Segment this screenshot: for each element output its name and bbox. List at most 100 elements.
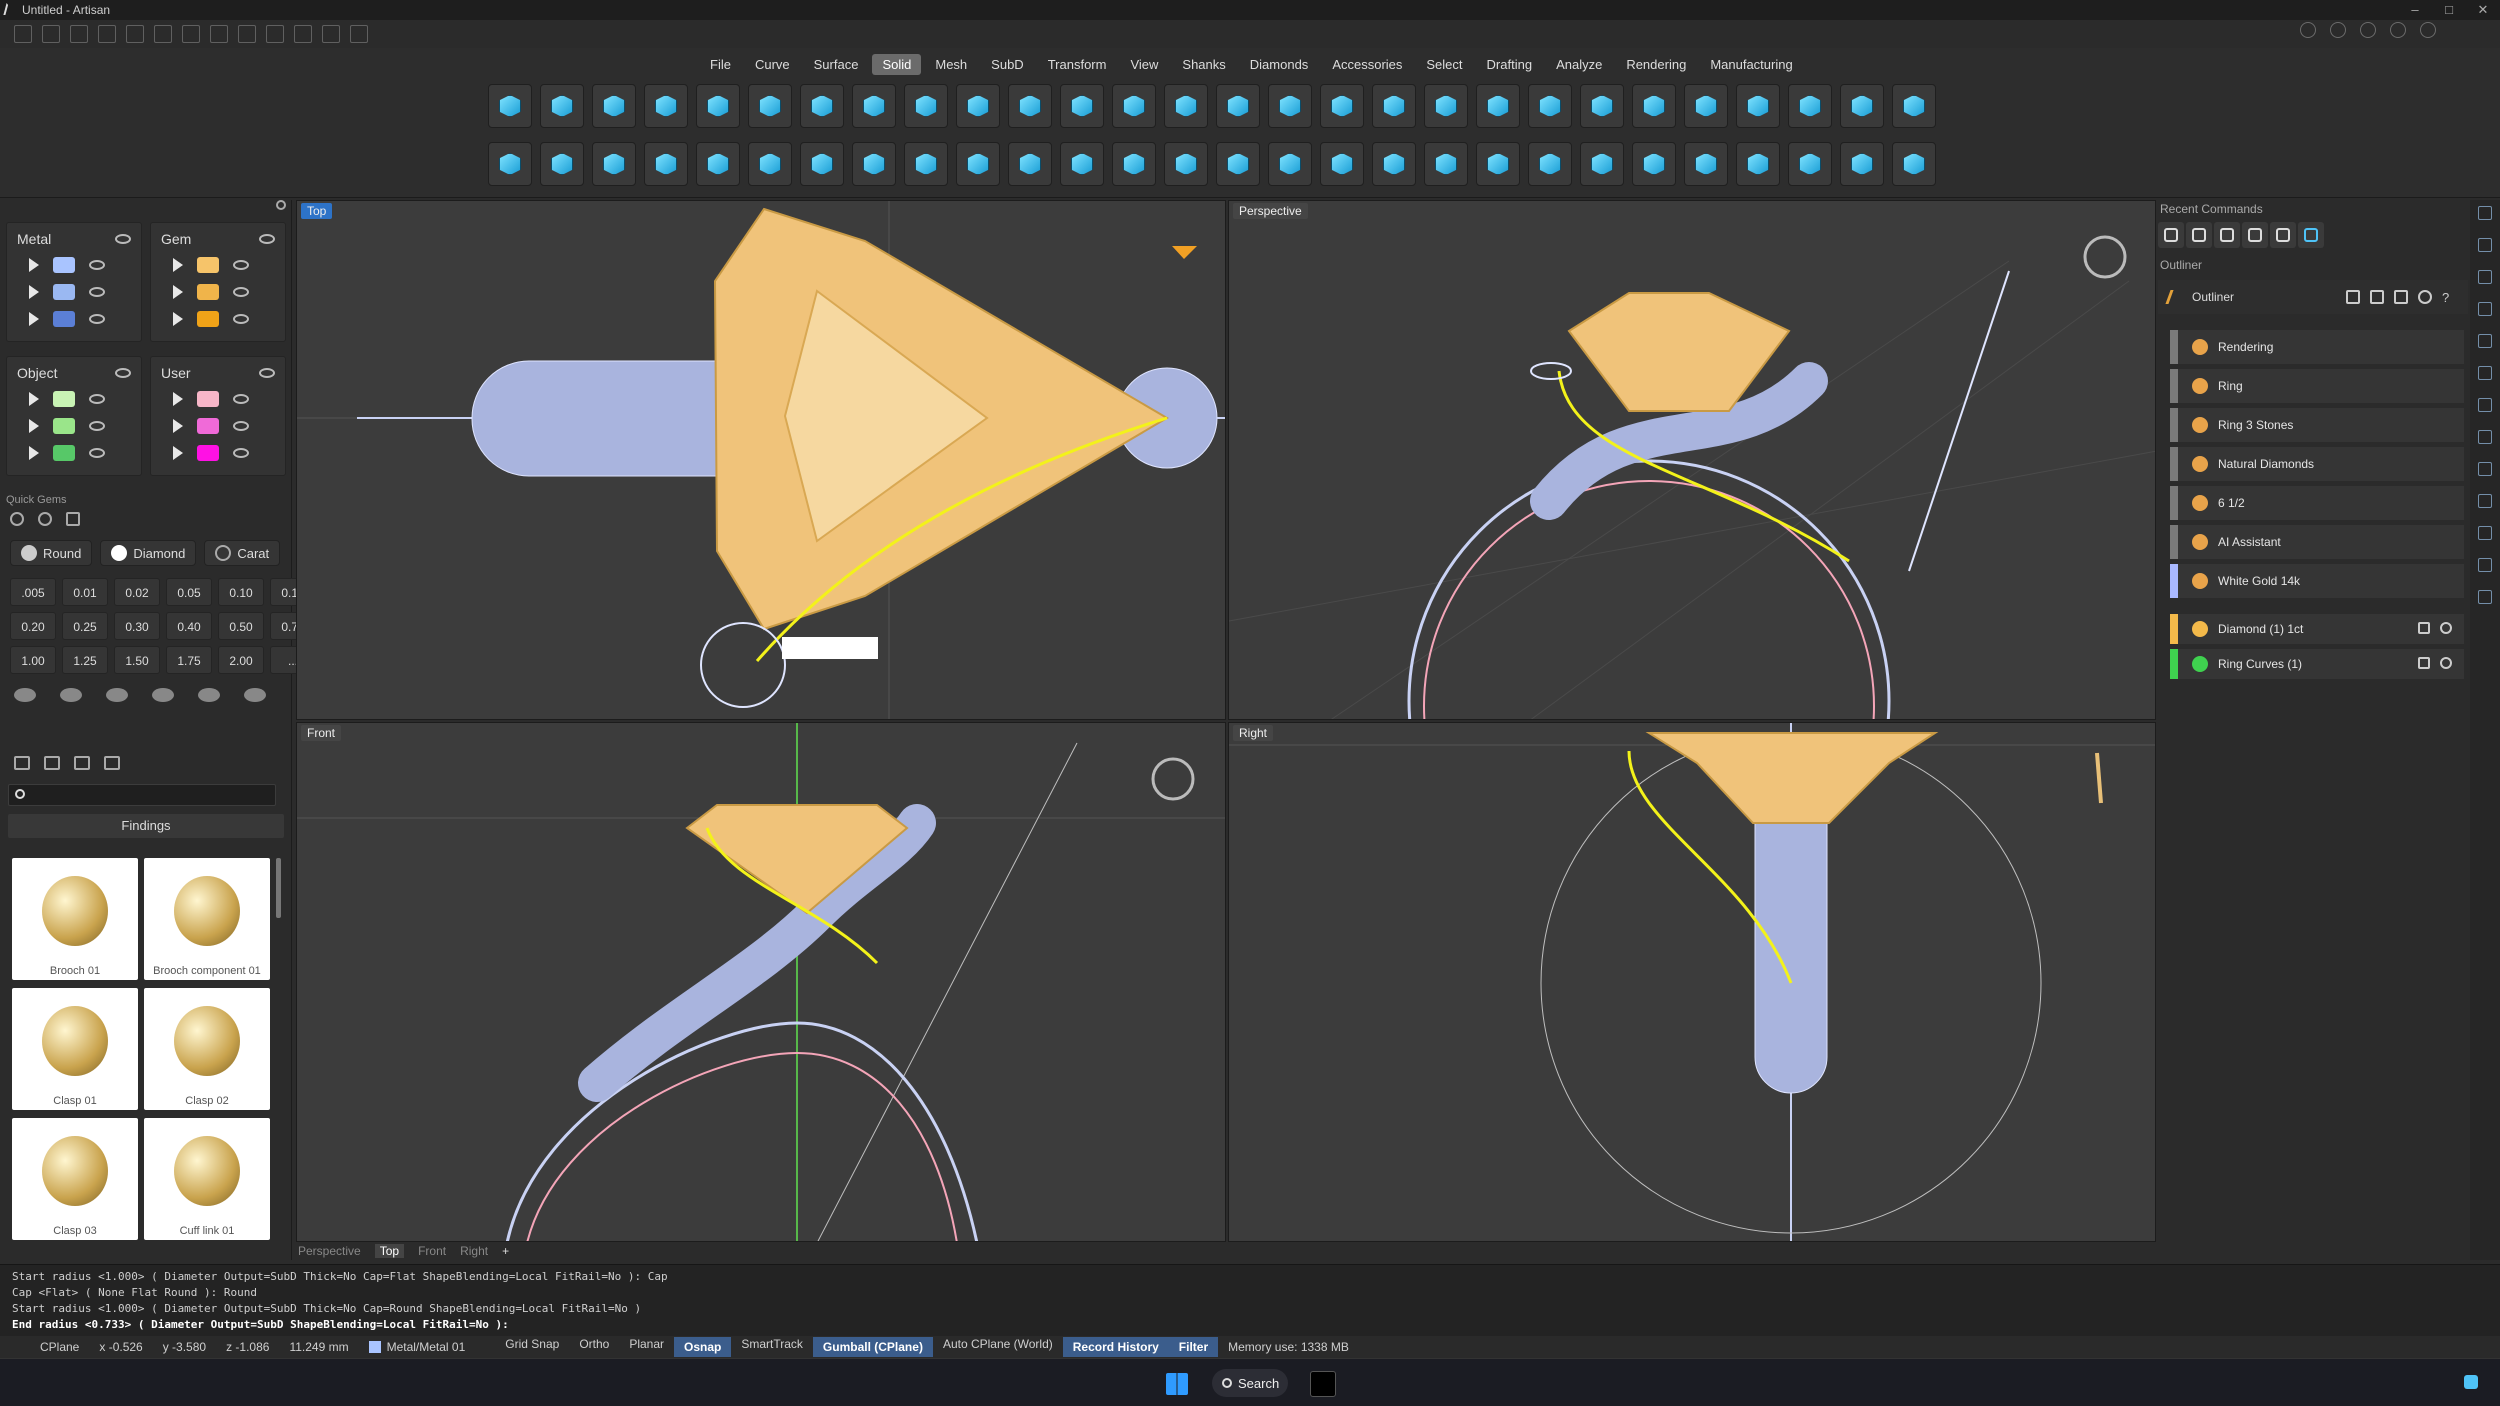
play-icon[interactable]: [173, 391, 183, 406]
sidebar-tool-icon[interactable]: [2478, 590, 2492, 604]
layer-row[interactable]: [11, 439, 137, 466]
bottom-tool-17[interactable]: [1320, 142, 1364, 186]
menu-file[interactable]: File: [700, 54, 741, 75]
bottom-tool-2[interactable]: [540, 142, 584, 186]
bottom-tool-24[interactable]: [1684, 142, 1728, 186]
visibility-icon[interactable]: [259, 234, 275, 244]
carat-value-button[interactable]: 1.50: [114, 646, 160, 674]
menu-analyze[interactable]: Analyze: [1546, 54, 1612, 75]
recent-command-button[interactable]: [2158, 222, 2184, 248]
library-add-folder-icon[interactable]: [44, 756, 60, 770]
eye-icon[interactable]: [233, 420, 249, 431]
recent-command-button[interactable]: [2242, 222, 2268, 248]
viewport-tab-front[interactable]: Front: [418, 1244, 446, 1258]
edit-icon[interactable]: [2394, 290, 2408, 304]
gem-unit-dropdown[interactable]: Carat: [204, 540, 281, 566]
menu-subd[interactable]: SubD: [981, 54, 1034, 75]
bottom-tool-5[interactable]: [696, 142, 740, 186]
sidebar-tool-icon[interactable]: [2478, 270, 2492, 284]
menu-curve[interactable]: Curve: [745, 54, 800, 75]
eye-icon[interactable]: [2440, 622, 2452, 634]
sidebar-tool-icon[interactable]: [2478, 558, 2492, 572]
viewport-label-perspective[interactable]: Perspective: [1233, 203, 1308, 219]
play-icon[interactable]: [173, 311, 183, 326]
top-tool-20[interactable]: [1476, 84, 1520, 128]
top-tool-3[interactable]: [592, 84, 636, 128]
bottom-tool-26[interactable]: [1788, 142, 1832, 186]
play-icon[interactable]: [173, 418, 183, 433]
viewport-label-front[interactable]: Front: [301, 725, 342, 741]
settings-tool-icon[interactable]: [350, 25, 368, 43]
menu-accessories[interactable]: Accessories: [1322, 54, 1412, 75]
carat-value-button[interactable]: .005: [10, 578, 56, 606]
layer-row[interactable]: [155, 412, 281, 439]
viewport-tab-right[interactable]: Right: [460, 1244, 488, 1258]
refresh-icon[interactable]: [2418, 290, 2432, 304]
gem-preview-icon[interactable]: [244, 688, 266, 702]
bottom-tool-14[interactable]: [1164, 142, 1208, 186]
export-icon[interactable]: [238, 25, 256, 43]
bottom-tool-8[interactable]: [852, 142, 896, 186]
carat-value-button[interactable]: 0.50: [218, 612, 264, 640]
layer-row[interactable]: [155, 278, 281, 305]
gem-preview-icon[interactable]: [152, 688, 174, 702]
gem-preview-icon[interactable]: [60, 688, 82, 702]
bottom-tool-3[interactable]: [592, 142, 636, 186]
carat-value-button[interactable]: 0.05: [166, 578, 212, 606]
carat-value-button[interactable]: 0.02: [114, 578, 160, 606]
layer-row[interactable]: [155, 439, 281, 466]
gem-shape-button[interactable]: Diamond: [100, 540, 197, 566]
sidebar-tool-icon[interactable]: [2478, 462, 2492, 476]
recent-command-button[interactable]: [2214, 222, 2240, 248]
menu-solid[interactable]: Solid: [872, 54, 922, 75]
top-tool-8[interactable]: [852, 84, 896, 128]
sidebar-tool-icon[interactable]: [2478, 238, 2492, 252]
layer-color-swatch[interactable]: [197, 256, 219, 273]
top-tool-23[interactable]: [1632, 84, 1676, 128]
play-icon[interactable]: [173, 284, 183, 299]
menu-select[interactable]: Select: [1416, 54, 1472, 75]
layer-color-swatch[interactable]: [53, 310, 75, 327]
visibility-icon[interactable]: [115, 234, 131, 244]
play-icon[interactable]: [173, 257, 183, 272]
save-icon[interactable]: [182, 25, 200, 43]
panel-settings-icon[interactable]: [276, 200, 286, 210]
play-icon[interactable]: [29, 257, 39, 272]
taskbar-search[interactable]: Search: [1212, 1369, 1288, 1397]
eye-icon[interactable]: [89, 393, 105, 404]
top-tool-4[interactable]: [644, 84, 688, 128]
library-item[interactable]: Clasp 03: [12, 1118, 138, 1240]
top-tool-1[interactable]: [488, 84, 532, 128]
sidebar-tool-icon[interactable]: [2478, 398, 2492, 412]
eye-icon[interactable]: [233, 447, 249, 458]
transform-tool-icon[interactable]: [266, 25, 284, 43]
top-tool-13[interactable]: [1112, 84, 1156, 128]
toggle-grid-snap[interactable]: Grid Snap: [495, 1337, 569, 1357]
layer-row[interactable]: [11, 251, 137, 278]
bottom-tool-22[interactable]: [1580, 142, 1624, 186]
outliner-item[interactable]: 6 1/2: [2170, 486, 2464, 520]
eye-icon[interactable]: [233, 313, 249, 324]
top-tool-10[interactable]: [956, 84, 1000, 128]
menu-rendering[interactable]: Rendering: [1616, 54, 1696, 75]
top-tool-5[interactable]: [696, 84, 740, 128]
menu-manufacturing[interactable]: Manufacturing: [1700, 54, 1802, 75]
recent-command-button[interactable]: [2298, 222, 2324, 248]
top-tool-15[interactable]: [1216, 84, 1260, 128]
import-icon[interactable]: [98, 25, 116, 43]
windows-start-icon[interactable]: [1166, 1373, 1188, 1395]
new-template-icon[interactable]: [42, 25, 60, 43]
library-item[interactable]: Clasp 01: [12, 988, 138, 1110]
bottom-tool-9[interactable]: [904, 142, 948, 186]
toggle-auto-cplane-world[interactable]: Auto CPlane (World): [933, 1337, 1063, 1357]
gem-preview-icon[interactable]: [106, 688, 128, 702]
gem-tool-icon[interactable]: [294, 25, 312, 43]
menu-view[interactable]: View: [1120, 54, 1168, 75]
top-tool-21[interactable]: [1528, 84, 1572, 128]
library-search-input[interactable]: [31, 786, 271, 804]
recent-command-button[interactable]: [2270, 222, 2296, 248]
layer-row[interactable]: [11, 305, 137, 332]
outliner-item[interactable]: Natural Diamonds: [2170, 447, 2464, 481]
play-icon[interactable]: [29, 418, 39, 433]
artisan-taskbar-icon[interactable]: [1310, 1371, 1336, 1397]
